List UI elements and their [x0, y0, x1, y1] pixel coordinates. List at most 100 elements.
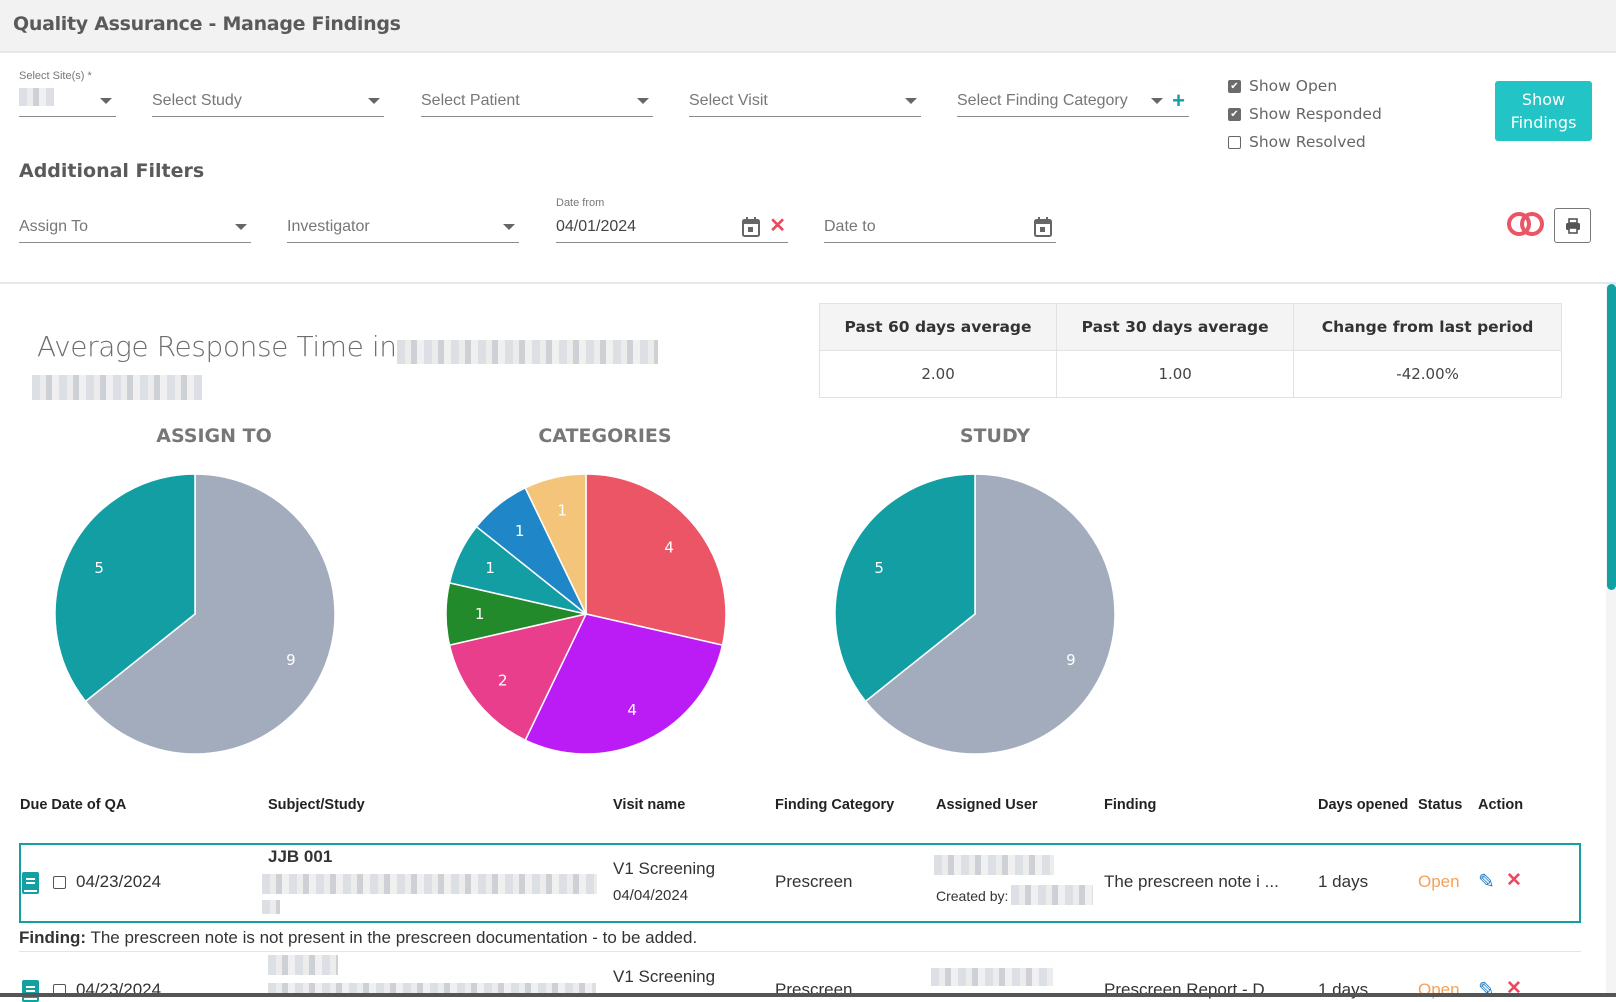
show-responded-label: Show Responded — [1249, 105, 1382, 123]
section-divider — [0, 282, 1616, 284]
pie-data-label: 1 — [515, 522, 525, 540]
site-select-label: Select Site(s) * — [19, 70, 92, 82]
additional-filters-heading: Additional Filters — [19, 160, 205, 182]
calendar-icon[interactable] — [742, 217, 760, 237]
show-resolved-checkbox[interactable]: Show Resolved — [1228, 133, 1366, 151]
row-created-by-label: Created by: — [936, 888, 1009, 904]
assign-to-select[interactable]: Assign To — [19, 212, 251, 243]
pie-data-label: 4 — [664, 539, 674, 557]
stats-value-change: -42.00% — [1293, 350, 1562, 398]
visit-select[interactable]: Select Visit — [689, 86, 921, 117]
stats-value-60: 2.00 — [818, 350, 1058, 398]
row-category: Prescreen — [775, 980, 853, 999]
col-header-finding[interactable]: Finding — [1104, 797, 1156, 813]
print-icon — [1565, 217, 1580, 234]
col-header-due-date[interactable]: Due Date of QA — [20, 797, 126, 813]
visit-select-placeholder: Select Visit — [689, 92, 768, 109]
finding-full-text: The prescreen note is not present in the… — [90, 928, 698, 947]
show-open-checkbox[interactable]: ✔ Show Open — [1228, 77, 1337, 95]
stats-header-30: Past 30 days average — [1056, 303, 1295, 351]
investigator-select[interactable]: Investigator — [287, 212, 519, 243]
col-header-action[interactable]: Action — [1478, 797, 1523, 813]
edit-icon[interactable]: ✎ — [1478, 869, 1495, 894]
date-from-label: Date from — [556, 197, 605, 209]
stats-table: Past 60 days average Past 30 days averag… — [818, 303, 1562, 398]
pie-title-assign-to: ASSIGN TO — [156, 425, 272, 447]
col-header-days-opened[interactable]: Days opened — [1318, 797, 1408, 813]
col-header-status[interactable]: Status — [1418, 797, 1462, 813]
row-status: Open — [1418, 872, 1460, 891]
patient-select[interactable]: Select Patient — [421, 86, 653, 117]
show-findings-button[interactable]: Show Findings — [1495, 81, 1592, 141]
row-due-date: 04/23/2024 — [76, 980, 162, 999]
row-separator — [19, 951, 1581, 952]
row-visit-name: V1 Screening — [613, 967, 716, 986]
checkbox-checked-icon[interactable]: ✔ — [1228, 107, 1241, 121]
site-select[interactable] — [19, 86, 116, 117]
pie-data-label: 1 — [558, 501, 568, 519]
date-to-input[interactable]: Date to — [824, 212, 1056, 243]
document-icon[interactable] — [22, 872, 39, 894]
stats-value-30: 1.00 — [1056, 350, 1295, 398]
delete-icon[interactable]: ✕ — [1506, 869, 1522, 892]
date-to-placeholder: Date to — [824, 218, 876, 235]
edit-icon[interactable]: ✎ — [1478, 977, 1495, 1002]
col-header-subject-study[interactable]: Subject/Study — [268, 797, 365, 813]
pie-chart-study: 95 — [834, 473, 1116, 755]
checkbox-checked-icon[interactable]: ✔ — [1228, 79, 1241, 93]
pie-data-label: 5 — [874, 559, 884, 577]
plus-icon[interactable]: + — [1172, 88, 1185, 114]
page-title: Quality Assurance - Manage Findings — [13, 13, 401, 35]
chevron-down-icon — [503, 224, 515, 230]
checkbox-unchecked-icon[interactable] — [1228, 135, 1241, 149]
finding-category-placeholder: Select Finding Category — [957, 92, 1128, 109]
row-due-date: 04/23/2024 — [76, 872, 162, 891]
document-icon[interactable] — [22, 980, 39, 1002]
redacted-title-part — [32, 375, 202, 400]
pie-data-label: 5 — [94, 559, 104, 577]
pie-title-categories: CATEGORIES — [538, 425, 672, 447]
chevron-down-icon — [905, 98, 917, 104]
row-checkbox[interactable] — [53, 876, 66, 889]
pie-data-label: 1 — [485, 559, 495, 577]
row-visit-name: V1 Screening — [613, 859, 716, 878]
toggle-icon[interactable] — [1506, 211, 1546, 237]
row-finding: The prescreen note i ... — [1104, 872, 1279, 891]
show-open-label: Show Open — [1249, 77, 1338, 95]
average-response-title-text: Average Response Time in — [37, 330, 397, 363]
row-subject: JJB 001 — [268, 847, 333, 866]
clear-date-icon[interactable]: ✕ — [769, 213, 786, 238]
chevron-down-icon — [1151, 98, 1163, 104]
chevron-down-icon — [235, 224, 247, 230]
pie-title-study: STUDY — [959, 425, 1031, 447]
pie-chart-assign-to: 95 — [54, 473, 336, 755]
calendar-icon[interactable] — [1034, 217, 1052, 237]
pie-data-label: 9 — [286, 651, 296, 669]
stats-header-60: Past 60 days average — [818, 303, 1058, 351]
show-responded-checkbox[interactable]: ✔ Show Responded — [1228, 105, 1382, 123]
col-header-assigned-user[interactable]: Assigned User — [936, 797, 1038, 813]
pie-data-label: 2 — [498, 671, 508, 689]
show-findings-line1: Show — [1521, 90, 1566, 109]
investigator-placeholder: Investigator — [287, 218, 370, 235]
pie-chart-categories: 4 4 2 1 1 1 1 — [445, 473, 727, 755]
col-header-finding-category[interactable]: Finding Category — [775, 797, 894, 813]
row-days-opened: 1 days — [1318, 872, 1369, 891]
stats-header-change: Change from last period — [1293, 303, 1562, 351]
patient-select-placeholder: Select Patient — [421, 92, 520, 109]
redacted-created-by — [1011, 885, 1093, 905]
finding-category-select[interactable]: Select Finding Category + — [957, 86, 1189, 117]
study-select[interactable]: Select Study — [152, 86, 384, 117]
row-days-opened: 1 days — [1318, 980, 1369, 999]
row-status: Open — [1418, 980, 1460, 999]
scrollbar-thumb[interactable] — [1607, 284, 1616, 590]
pie-data-label: 9 — [1066, 651, 1076, 669]
date-from-input[interactable]: 04/01/2024 ✕ — [556, 212, 788, 243]
average-response-title: Average Response Time in — [37, 330, 397, 363]
chevron-down-icon — [100, 98, 112, 104]
col-header-visit-name[interactable]: Visit name — [613, 797, 685, 813]
date-from-value: 04/01/2024 — [556, 218, 637, 235]
window-bottom-edge — [0, 993, 1616, 997]
print-button[interactable] — [1554, 208, 1591, 243]
redacted-assigned-user — [934, 855, 1054, 875]
